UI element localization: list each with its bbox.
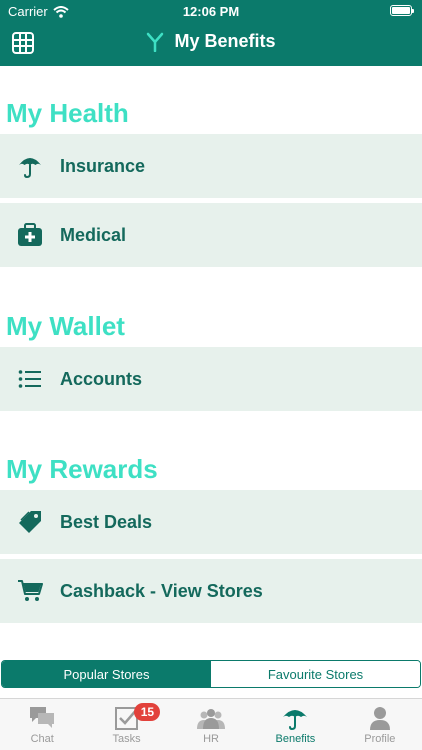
list-item-cashback[interactable]: Cashback - View Stores: [0, 559, 422, 623]
list-item-label: Accounts: [60, 368, 143, 389]
tab-label: Profile: [364, 733, 396, 745]
app-header: Carrier 12:06 PM My Benefits: [0, 0, 422, 66]
page-title: My Benefits: [174, 31, 276, 51]
list-item-label: Best Deals: [60, 511, 153, 532]
tasks-badge: 15: [134, 703, 161, 721]
tab-hr[interactable]: HR: [169, 699, 253, 750]
status-time: 12:06 PM: [182, 4, 240, 19]
tab-tasks[interactable]: Tasks 15: [84, 699, 168, 750]
battery-icon: [390, 5, 414, 16]
tab-chat[interactable]: Chat: [0, 699, 84, 750]
list-item-medical[interactable]: Medical: [0, 203, 422, 267]
bottom-tab-bar: Chat Tasks 15 HR Benefits Profile: [0, 698, 422, 750]
list-icon: [18, 370, 41, 388]
list-item-insurance[interactable]: Insurance: [0, 134, 422, 198]
umbrella-icon: [19, 158, 41, 179]
tab-label: Chat: [30, 733, 54, 745]
tab-profile[interactable]: Profile: [338, 699, 422, 750]
tab-benefits[interactable]: Benefits: [253, 699, 337, 750]
section-title-rewards: My Rewards: [6, 454, 158, 484]
list-item-label: Cashback - View Stores: [60, 580, 263, 601]
status-bar: Carrier 12:06 PM: [0, 0, 422, 22]
tab-favourite-stores[interactable]: Favourite Stores: [211, 661, 420, 687]
person-icon: [369, 707, 390, 730]
list-item-label: Insurance: [60, 155, 146, 176]
section-title-wallet: My Wallet: [6, 311, 125, 341]
tag-icon: [19, 511, 41, 533]
cart-icon: [18, 580, 43, 601]
tab-label: HR: [203, 733, 219, 745]
list-item-best-deals[interactable]: Best Deals: [0, 490, 422, 554]
chat-icon: [30, 707, 55, 728]
tab-label: Benefits: [275, 733, 316, 745]
list-item-accounts[interactable]: Accounts: [0, 347, 422, 411]
tab-label: Tasks: [112, 733, 141, 745]
umbrella-icon: [283, 710, 308, 731]
section-title-health: My Health: [6, 98, 129, 128]
header-title-group: My Benefits: [0, 31, 422, 52]
people-icon: [197, 709, 226, 729]
tab-popular-stores[interactable]: Popular Stores: [2, 661, 211, 687]
medkit-icon: [18, 223, 42, 246]
store-segmented-control: Popular Stores Favourite Stores: [1, 660, 421, 688]
y-logo-icon: [147, 32, 164, 52]
list-item-label: Medical: [60, 224, 127, 245]
